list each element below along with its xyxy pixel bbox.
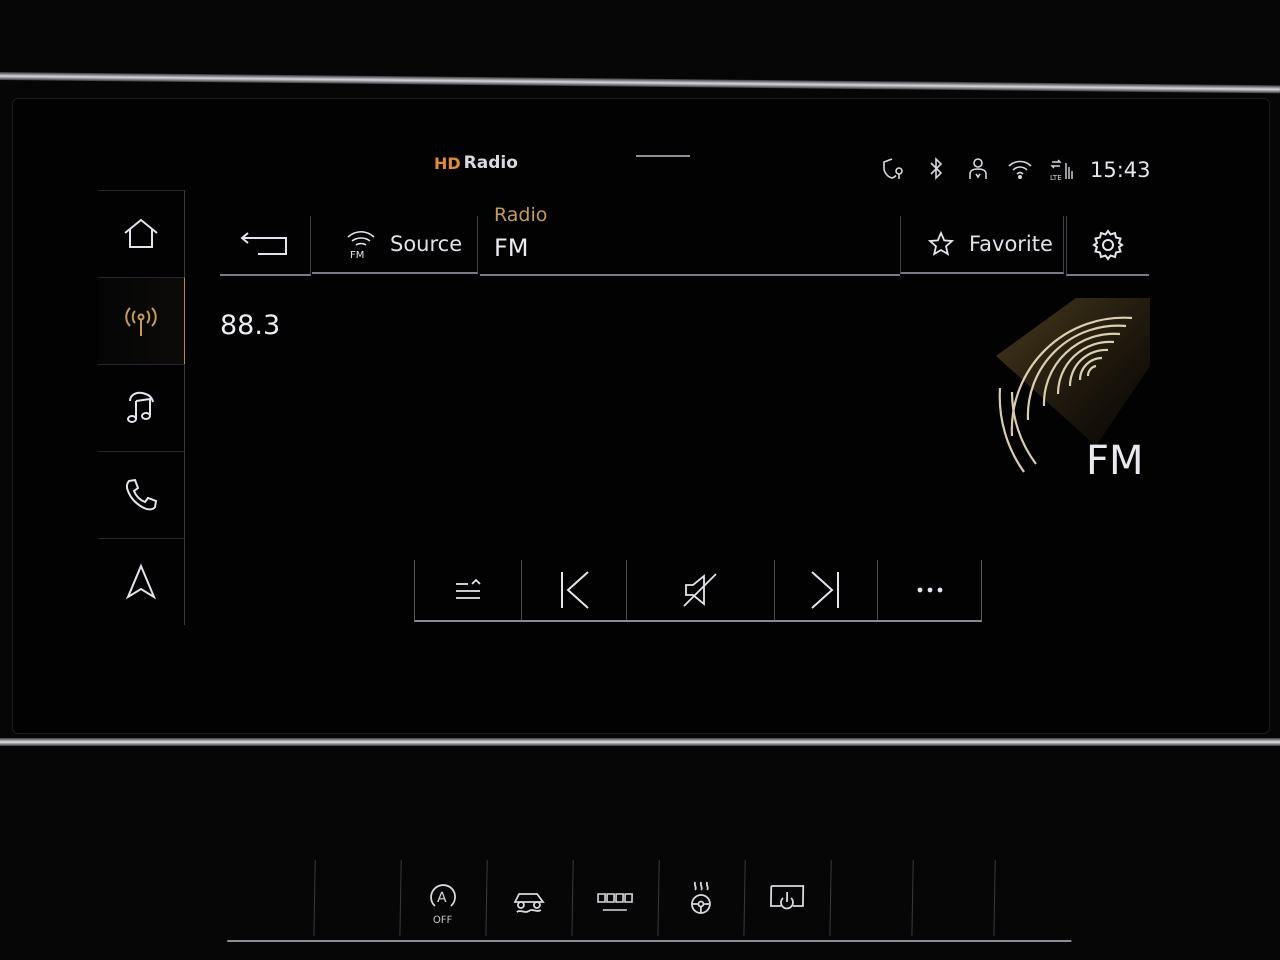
phone-icon	[125, 478, 158, 511]
strip-empty-4[interactable]	[911, 860, 996, 936]
nav-home[interactable]	[98, 190, 185, 277]
back-arrow-icon	[240, 232, 287, 255]
strip-empty-1[interactable]	[227, 860, 316, 936]
user-profile-icon	[969, 158, 987, 179]
more-icon	[917, 587, 943, 593]
auto-off-text: OFF	[432, 915, 453, 926]
next-button[interactable]	[775, 560, 879, 620]
status-icons: LTE	[880, 155, 1076, 183]
svg-text:LTE: LTE	[1050, 174, 1062, 182]
previous-icon	[560, 571, 589, 609]
auto-start-stop-icon: A	[430, 884, 456, 907]
nav-phone[interactable]	[98, 451, 185, 538]
traction-control-icon	[513, 893, 545, 913]
wifi-icon	[1008, 160, 1032, 179]
pull-down-handle[interactable]	[636, 155, 690, 157]
nav-navigation[interactable]	[98, 538, 185, 625]
fm-source-icon: FM	[347, 230, 375, 261]
screen-off-button[interactable]	[743, 860, 832, 936]
station-list-button[interactable]	[415, 560, 522, 620]
left-navigation	[98, 190, 186, 625]
page-subtitle: FM	[494, 234, 529, 262]
music-icon	[127, 391, 154, 423]
strip-empty-3[interactable]	[829, 860, 914, 936]
hd-radio-logo: HD Radio	[434, 152, 518, 174]
bluetooth-icon	[930, 157, 943, 180]
heated-steering-button[interactable]	[657, 860, 746, 936]
strip-empty-2[interactable]	[313, 860, 402, 936]
list-icon	[455, 578, 481, 599]
nav-media[interactable]	[98, 364, 185, 451]
physical-control-strip: A OFF	[227, 860, 1073, 942]
previous-button[interactable]	[522, 560, 628, 620]
back-button[interactable]	[220, 216, 311, 276]
lte-signal-icon: LTE	[1050, 159, 1073, 182]
favorite-label: Favorite	[969, 232, 1053, 256]
dashboard-top-trim	[0, 72, 1280, 94]
nav-radio[interactable]	[98, 277, 185, 364]
gear-icon	[1092, 229, 1124, 261]
location-shield-icon	[883, 158, 903, 179]
heated-steering-wheel-icon	[691, 881, 711, 914]
auto-start-stop-button[interactable]: A OFF	[399, 860, 488, 936]
hd-badge: HD	[434, 153, 461, 173]
strip-empty-5[interactable]	[993, 860, 1072, 936]
home-icon	[124, 218, 158, 248]
auto-off-letter: A	[437, 890, 447, 906]
parking-sensors-button[interactable]	[571, 860, 660, 936]
title-block: Radio FM	[480, 204, 900, 276]
favorite-button[interactable]: Favorite	[900, 216, 1064, 274]
mute-button[interactable]	[627, 560, 775, 620]
fm-band-label: FM	[1086, 438, 1144, 484]
station-frequency: 88.3	[220, 310, 281, 341]
mute-icon	[683, 573, 718, 607]
screen-power-icon	[769, 885, 805, 910]
hd-radio-text: Radio	[463, 153, 518, 173]
source-label: Source	[390, 232, 463, 256]
header-bar: FM Source Radio FM Favorite	[220, 196, 1149, 280]
more-button[interactable]	[878, 560, 981, 620]
parking-sensors-icon	[597, 893, 633, 911]
next-icon	[811, 571, 840, 609]
star-icon	[927, 230, 955, 256]
fm-source-caption: FM	[350, 250, 364, 261]
source-button[interactable]: FM Source	[312, 216, 478, 274]
clock: 15:43	[1090, 158, 1151, 182]
page-title: Radio	[494, 204, 548, 226]
radio-icon	[125, 307, 157, 336]
traction-control-button[interactable]	[485, 860, 574, 936]
navigation-icon	[125, 563, 157, 600]
dashboard-mid-trim	[0, 738, 1280, 746]
transport-controls	[414, 560, 982, 622]
settings-button[interactable]	[1066, 216, 1149, 276]
